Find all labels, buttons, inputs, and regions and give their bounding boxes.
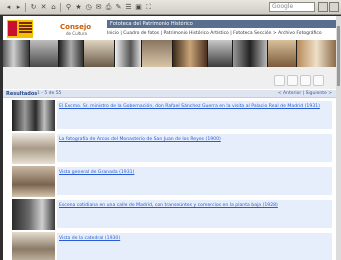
reload-icon[interactable]: ↻ <box>29 3 38 12</box>
strip-photo <box>3 40 29 67</box>
toolbar-separator <box>25 3 26 12</box>
result-thumbnail[interactable] <box>12 133 55 164</box>
result-cell: El Excmo. Sr. ministro de la Gobernación… <box>57 100 332 129</box>
toolbar-search-input[interactable]: Google <box>269 2 315 12</box>
results-pager[interactable]: < Anterior | Siguiente > <box>278 90 332 98</box>
strip-photo <box>268 40 296 67</box>
strip-photo <box>30 40 58 67</box>
strip-photo <box>297 40 336 67</box>
strip-photo <box>208 40 232 67</box>
header-photo-strip <box>3 40 336 67</box>
strip-photo <box>142 40 172 67</box>
result-row: Vista general de Granada (1931) <box>7 166 332 198</box>
result-thumbnail[interactable] <box>12 100 55 131</box>
search-icon[interactable]: ⚲ <box>64 3 73 12</box>
result-thumbnail[interactable] <box>12 232 55 260</box>
result-link[interactable]: Vista general de Granada (1931) <box>59 170 329 176</box>
back-icon[interactable]: ◂ <box>4 3 13 12</box>
strip-photo <box>59 40 83 67</box>
result-cell: Vista de la catedral (1930) <box>57 232 332 260</box>
result-row: Vista de la catedral (1930) <box>7 232 332 260</box>
bookmark-icon[interactable]: ★ <box>74 3 83 12</box>
page-scrollbar[interactable] <box>336 16 341 260</box>
result-cell: La fotografía de Arcos del Monasterio de… <box>57 133 332 162</box>
fullscreen-icon[interactable]: ⛶ <box>144 3 153 12</box>
history-icon[interactable]: ◷ <box>84 3 93 12</box>
result-link[interactable]: Escena cotidiana en una calle de Madrid,… <box>59 203 329 209</box>
browser-toolbar: ◂ ▸ ↻ ✕ ⌂ ⚲ ★ ◷ ✉ ⎙ ✎ ☰ ▣ ⛶ Google <box>0 0 341 15</box>
strip-photo <box>115 40 141 67</box>
result-row: La fotografía de Arcos del Monasterio de… <box>7 133 332 165</box>
toolbar-separator <box>60 3 61 12</box>
view-control-button[interactable] <box>274 75 285 86</box>
coat-of-arms-icon <box>8 21 17 36</box>
web-page: Consejo de Cultura Fototeca del Patrimon… <box>3 16 336 260</box>
browser-window: ◂ ▸ ↻ ✕ ⌂ ⚲ ★ ◷ ✉ ⎙ ✎ ☰ ▣ ⛶ Google Conse… <box>0 0 341 260</box>
toolbar-band <box>3 67 336 89</box>
stop-icon[interactable]: ✕ <box>39 3 48 12</box>
logo-text-lines <box>19 22 32 36</box>
result-link[interactable]: La fotografía de Arcos del Monasterio de… <box>59 137 329 143</box>
results-header: Resultados 1 - 5 de 55 < Anterior | Sigu… <box>3 90 336 98</box>
forward-icon[interactable]: ▸ <box>14 3 23 12</box>
view-control-button[interactable] <box>287 75 298 86</box>
results-label: Resultados <box>6 91 38 97</box>
results-count: 1 - 5 de 55 <box>37 91 62 96</box>
view-control-button[interactable] <box>313 75 324 86</box>
view-control-button[interactable] <box>300 75 311 86</box>
home-icon[interactable]: ⌂ <box>49 3 58 12</box>
edit-icon[interactable]: ✎ <box>114 3 123 12</box>
result-row: Escena cotidiana en una calle de Madrid,… <box>7 199 332 231</box>
print-icon[interactable]: ⎙ <box>104 3 113 12</box>
result-cell: Vista general de Granada (1931) <box>57 166 332 195</box>
mail-icon[interactable]: ✉ <box>94 3 103 12</box>
result-thumbnail[interactable] <box>12 166 55 197</box>
result-thumbnail[interactable] <box>12 199 55 230</box>
result-link[interactable]: El Excmo. Sr. ministro de la Gobernación… <box>59 104 329 110</box>
result-cell: Escena cotidiana en una calle de Madrid,… <box>57 199 332 228</box>
ministry-logo[interactable] <box>7 20 33 38</box>
media-icon[interactable]: ▣ <box>134 3 143 12</box>
site-brand[interactable]: Consejo <box>60 23 91 31</box>
result-link[interactable]: Vista de la catedral (1930) <box>59 236 329 242</box>
strip-photo <box>173 40 207 67</box>
section-title-bar: Fototeca del Patrimonio Histórico <box>107 20 336 28</box>
discuss-icon[interactable]: ☰ <box>124 3 133 12</box>
strip-photo <box>233 40 267 67</box>
site-header: Consejo de Cultura Fototeca del Patrimon… <box>3 16 336 40</box>
result-row: El Excmo. Sr. ministro de la Gobernación… <box>7 100 332 132</box>
scrollbar-thumb[interactable] <box>337 26 340 86</box>
site-brand-sub: de Cultura <box>66 31 87 36</box>
window-menu-icon[interactable] <box>318 2 328 12</box>
strip-photo <box>84 40 114 67</box>
breadcrumb[interactable]: Inicio | Cuadro de fotos | Patrimonio Hi… <box>107 30 336 38</box>
window-close-icon[interactable] <box>329 2 339 12</box>
